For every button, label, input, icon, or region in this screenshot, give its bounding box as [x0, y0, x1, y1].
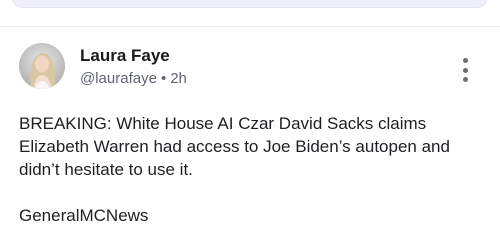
vertical-ellipsis-icon: [462, 58, 468, 63]
more-options-button[interactable]: [455, 58, 475, 82]
author-name[interactable]: Laura Faye: [80, 46, 170, 66]
ellipsis-dot: [462, 67, 468, 73]
avatar[interactable]: [19, 43, 65, 89]
ellipsis-dot: [462, 77, 468, 82]
post-card: Laura Faye @laurafaye • 2h BREAKING: White…: [0, 27, 500, 244]
meta-separator: •: [160, 70, 167, 87]
profile-photo-icon: [19, 43, 65, 89]
author-handle[interactable]: @laurafaye: [80, 70, 157, 87]
top-search-strip: [0, 0, 500, 26]
post-source: GeneralMCNews: [19, 206, 149, 225]
search-bar-edge[interactable]: [12, 0, 488, 8]
post-time[interactable]: 2h: [170, 70, 187, 87]
post-meta: @laurafaye • 2h: [80, 70, 187, 87]
post-body: BREAKING: White House AI Czar David Sack…: [19, 114, 450, 179]
